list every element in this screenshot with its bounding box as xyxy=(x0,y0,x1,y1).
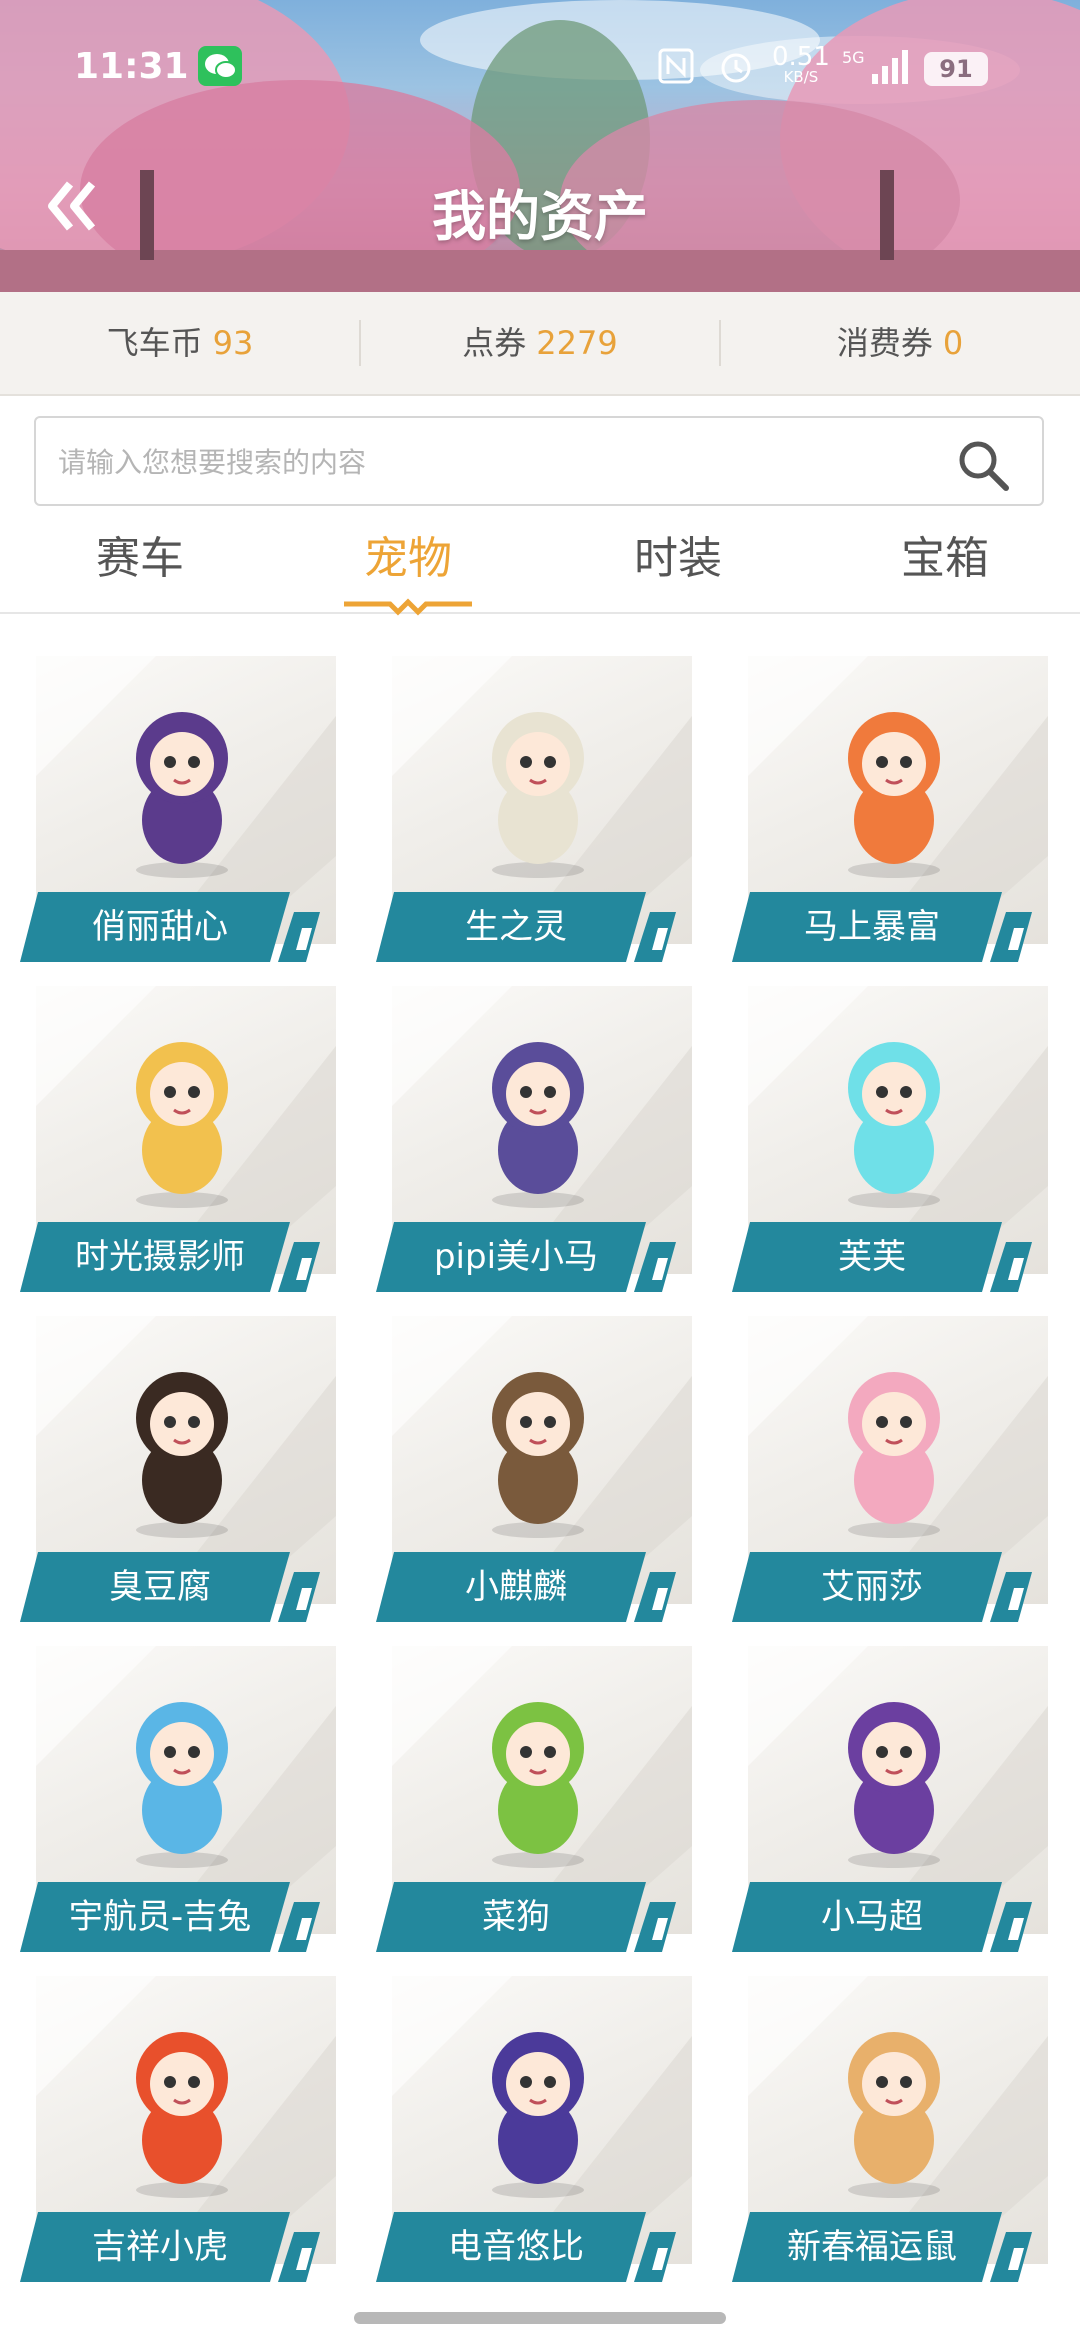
alarm-icon xyxy=(721,53,751,83)
pet-name: pipi美小马 xyxy=(433,1237,599,1277)
pet-card[interactable]: 芙芙 xyxy=(732,986,1056,1300)
pet-card[interactable]: 菜狗 xyxy=(376,1646,700,1960)
currency-points: 点券 2279 xyxy=(462,324,618,362)
pet-card[interactable]: 宇航员-吉兔 xyxy=(20,1646,344,1960)
pet-card[interactable]: 电音悠比 xyxy=(376,1976,700,2290)
tab-cars[interactable]: 赛车 xyxy=(5,520,275,598)
pet-card[interactable]: 艾丽莎 xyxy=(732,1316,1056,1630)
status-bar: 11:31 0.51 KB/S 5G 91 xyxy=(0,40,1080,100)
pet-name: 俏丽甜心 xyxy=(92,907,228,947)
page-title: 我的资产 xyxy=(432,185,648,248)
pet-name: 芙芙 xyxy=(838,1237,906,1277)
pet-name: 艾丽莎 xyxy=(821,1567,923,1607)
pet-name: 电音悠比 xyxy=(448,2227,584,2267)
pet-card[interactable]: 俏丽甜心 xyxy=(20,656,344,970)
pet-card[interactable]: 生之灵 xyxy=(376,656,700,970)
network-speed: 0.51 KB/S xyxy=(772,42,830,86)
pet-name: 时光摄影师 xyxy=(75,1237,245,1277)
pet-card[interactable]: 马上暴富 xyxy=(732,656,1056,970)
gold-horse-icon xyxy=(848,712,940,878)
network-type: 5G xyxy=(842,48,865,67)
kirin-icon xyxy=(492,1372,584,1538)
signal-icon xyxy=(872,50,908,84)
pet-card[interactable]: 小马超 xyxy=(732,1646,1056,1960)
tab-outfits[interactable]: 时装 xyxy=(543,520,813,598)
pet-card[interactable]: 小麒麟 xyxy=(376,1316,700,1630)
status-time: 11:31 xyxy=(74,46,189,87)
search-box xyxy=(34,416,1044,506)
pet-name: 臭豆腐 xyxy=(109,1567,211,1607)
pet-name: 马上暴富 xyxy=(804,907,940,947)
pet-name: 小马超 xyxy=(821,1897,923,1937)
pet-card[interactable]: 新春福运鼠 xyxy=(732,1976,1056,2290)
music-rabbit-icon xyxy=(492,2032,584,2198)
hamster-icon xyxy=(848,2032,940,2198)
pet-name: 宇航员-吉兔 xyxy=(68,1897,252,1937)
astronaut-robot-icon xyxy=(136,1702,228,1868)
purple-hair-girl-icon xyxy=(136,712,228,878)
warrior-boy-icon xyxy=(848,1702,940,1868)
currency-speed-coins: 飞车币 93 xyxy=(106,324,254,362)
pet-name: 菜狗 xyxy=(482,1897,550,1937)
search-icon[interactable] xyxy=(956,438,1012,494)
pet-name: 新春福运鼠 xyxy=(787,2227,957,2267)
pet-name: 吉祥小虎 xyxy=(92,2227,228,2267)
pet-name: 生之灵 xyxy=(465,907,567,947)
tab-chests[interactable]: 宝箱 xyxy=(810,520,1080,598)
nfc-icon xyxy=(658,48,694,84)
category-tabs: 赛车 宠物 时装 宝箱 xyxy=(0,520,1080,616)
pink-bunny-girl-icon xyxy=(848,1372,940,1538)
stinky-tofu-bowl-icon xyxy=(136,1372,228,1538)
header: 11:31 0.51 KB/S 5G 91 我的资产 xyxy=(0,0,1080,292)
pet-card[interactable]: 吉祥小虎 xyxy=(20,1976,344,2290)
search-input[interactable] xyxy=(56,418,940,506)
battery-indicator: 91 xyxy=(924,52,988,86)
pet-card[interactable]: 时光摄影师 xyxy=(20,986,344,1300)
cyan-hair-girl-icon xyxy=(848,1042,940,1208)
photographer-girl-icon xyxy=(136,1042,228,1208)
currency-bar: 飞车币 93 点券 2279 消费券 0 xyxy=(0,292,1080,396)
currency-vouchers: 消费券 0 xyxy=(836,324,964,362)
pet-card[interactable]: 臭豆腐 xyxy=(20,1316,344,1630)
wechat-icon xyxy=(198,46,242,86)
cabbage-dog-icon xyxy=(492,1702,584,1868)
lucky-tiger-icon xyxy=(136,2032,228,2198)
home-indicator[interactable] xyxy=(354,2312,726,2324)
active-tab-indicator xyxy=(344,598,472,616)
pet-card[interactable]: pipi美小马 xyxy=(376,986,700,1300)
tab-pets[interactable]: 宠物 xyxy=(273,520,543,598)
pet-name: 小麒麟 xyxy=(465,1567,567,1607)
white-spirit-girl-icon xyxy=(492,712,584,878)
pony-icon xyxy=(492,1042,584,1208)
